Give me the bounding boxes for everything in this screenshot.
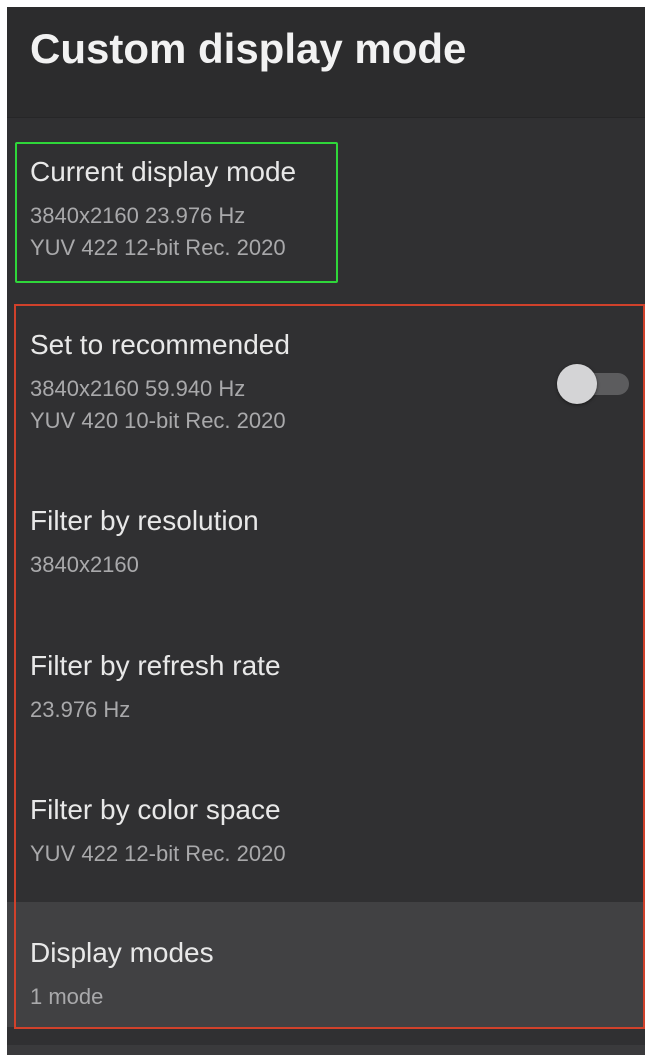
header: Custom display mode <box>7 7 645 118</box>
page-title: Custom display mode <box>30 25 467 72</box>
filter-group-highlight-box <box>14 304 645 1029</box>
current-mode-highlight-box <box>15 142 338 283</box>
bottom-strip <box>7 1045 645 1055</box>
settings-screen: Custom display mode Current display mode… <box>7 7 645 1055</box>
